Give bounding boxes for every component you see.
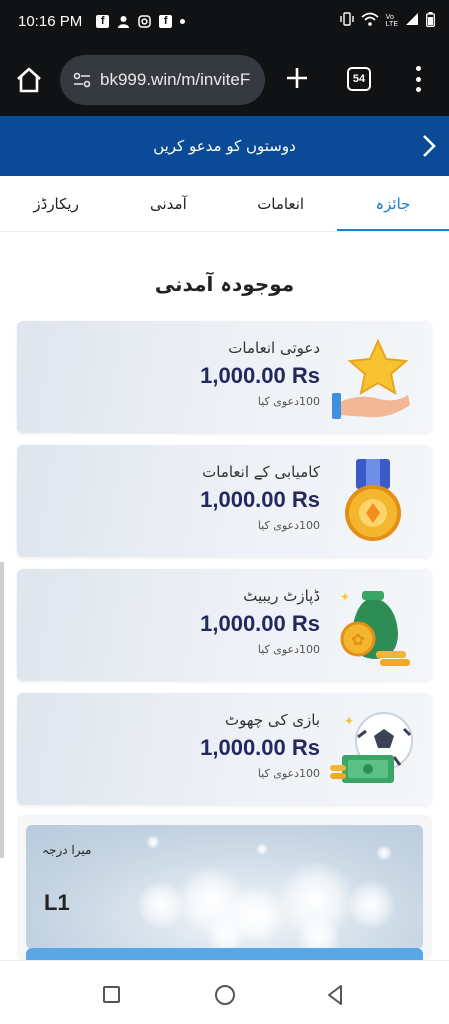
- card-claimed: 100دعوی کیا: [257, 395, 320, 408]
- facebook-icon: f: [159, 14, 173, 28]
- browser-toolbar: bk999.win/m/inviteF 54: [0, 42, 449, 116]
- new-tab-icon[interactable]: [284, 65, 310, 91]
- income-card-bet-discount[interactable]: بازی کی چھوٹ 1,000.00 Rs 100دعوی کیا ✦: [17, 693, 432, 805]
- status-time: 10:16 PM: [18, 12, 83, 30]
- vibrate-icon: [339, 12, 354, 30]
- card-title: ڈپازٹ ریبیٹ: [243, 587, 320, 605]
- card-title: بازی کی چھوٹ: [225, 711, 320, 729]
- card-claimed: 100دعوی کیا: [257, 519, 320, 532]
- page-title: دوستوں کو مدعو کریں: [153, 137, 296, 155]
- svg-text:✿: ✿: [351, 630, 364, 649]
- wifi-icon: [361, 12, 379, 30]
- level-card[interactable]: میرا درجہ L1: [26, 825, 423, 949]
- star-hand-icon: [328, 333, 418, 423]
- card-title: دعوتی انعامات: [228, 339, 320, 357]
- chevron-right-icon[interactable]: [421, 133, 437, 159]
- card-claimed: 100دعوی کیا: [257, 767, 320, 780]
- card-amount: 1,000.00 Rs: [200, 487, 320, 512]
- svg-text:✦: ✦: [344, 714, 354, 728]
- system-nav-bar: [0, 960, 449, 1024]
- recent-apps-icon[interactable]: [103, 986, 120, 1003]
- signal-icon: [405, 12, 419, 30]
- person-icon: [117, 15, 130, 28]
- home-icon[interactable]: [14, 66, 44, 94]
- tab-income[interactable]: آمدنی: [112, 176, 224, 231]
- money-bag-icon: ✿ ✦: [328, 581, 418, 671]
- battery-icon: [426, 11, 435, 31]
- football-cash-icon: ✦: [328, 705, 418, 795]
- back-triangle-icon[interactable]: [326, 984, 344, 1006]
- card-amount: 1,000.00 Rs: [200, 363, 320, 388]
- tab-overview[interactable]: جائزہ: [336, 176, 449, 231]
- card-title: کامیابی کے انعامات: [202, 463, 320, 481]
- tab-records[interactable]: ریکارڈز: [0, 176, 112, 231]
- url-text: bk999.win/m/inviteF: [100, 70, 251, 89]
- instagram-icon: [138, 14, 151, 28]
- card-claimed: 100دعوی کیا: [257, 643, 320, 656]
- income-card-invite[interactable]: دعوتی انعامات 1,000.00 Rs 100دعوی کیا: [17, 321, 432, 433]
- section-title: موجودہ آمدنی: [154, 272, 295, 296]
- scroll-indicator: [0, 562, 4, 858]
- tab-switcher-button[interactable]: 54: [347, 67, 371, 91]
- tab-rewards[interactable]: انعامات: [225, 176, 337, 231]
- volte-icon: Vo LTE: [385, 14, 398, 28]
- card-amount: 1,000.00 Rs: [200, 735, 320, 760]
- home-circle-icon[interactable]: [215, 985, 235, 1005]
- level-label: میرا درجہ: [42, 843, 92, 857]
- page-header: دوستوں کو مدعو کریں: [0, 116, 449, 176]
- overflow-menu-icon[interactable]: [412, 66, 424, 92]
- svg-text:✦: ✦: [340, 590, 350, 604]
- site-settings-icon[interactable]: [72, 70, 92, 90]
- level-value: L1: [44, 890, 70, 915]
- status-bar: 10:16 PM f f Vo LTE: [0, 0, 449, 42]
- card-amount: 1,000.00 Rs: [200, 611, 320, 636]
- level-section: میرا درجہ L1: [17, 815, 432, 960]
- dot-icon: [180, 18, 186, 24]
- medal-icon: [328, 457, 418, 547]
- income-card-achievement[interactable]: کامیابی کے انعامات 1,000.00 Rs 100دعوی ک…: [17, 445, 432, 557]
- tab-bar: جائزہ انعامات آمدنی ریکارڈز: [0, 176, 449, 232]
- level-progress-strip: [26, 948, 423, 960]
- address-bar[interactable]: bk999.win/m/inviteF: [60, 55, 265, 105]
- facebook-icon: f: [96, 14, 110, 28]
- income-card-deposit-rebate[interactable]: ڈپازٹ ریبیٹ 1,000.00 Rs 100دعوی کیا ✿ ✦: [17, 569, 432, 681]
